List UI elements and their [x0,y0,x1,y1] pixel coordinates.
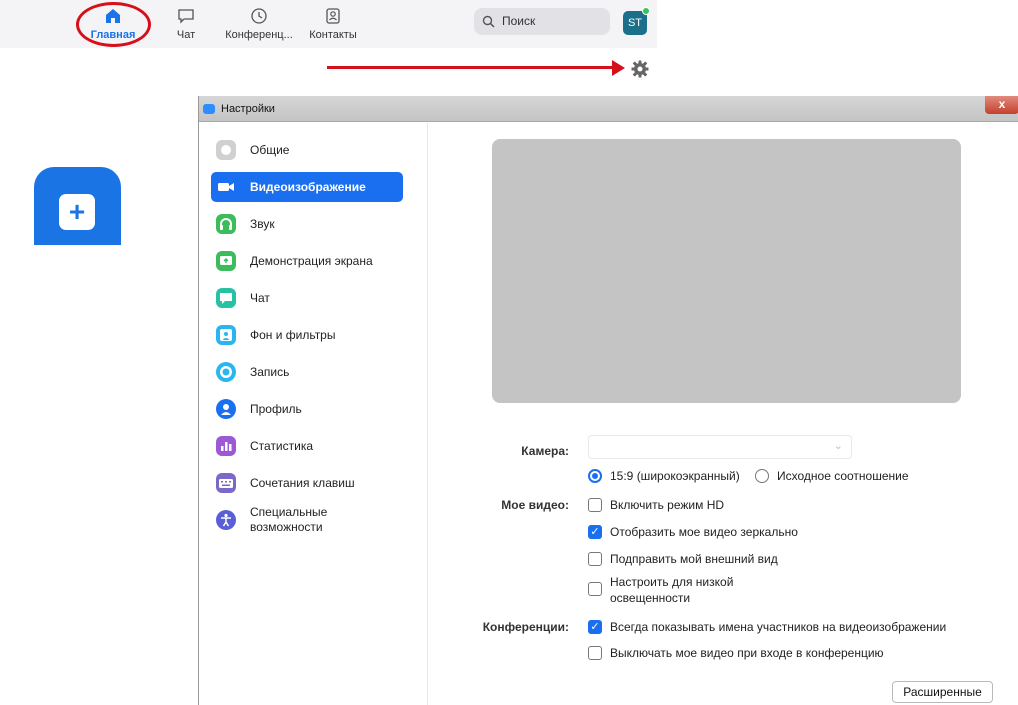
sidebar-item-general[interactable]: Общие [211,135,403,165]
video-off-on-join-checkbox[interactable] [588,646,602,660]
close-button[interactable]: x [985,96,1018,114]
record-icon [216,362,236,382]
video-preview [492,139,961,403]
chat-icon [216,288,236,308]
sidebar-item-video[interactable]: Видеоизображение [211,172,403,202]
accessibility-icon [216,510,236,530]
search-placeholder: Поиск [502,14,536,28]
nav-chat[interactable]: Чат [151,6,221,44]
window-title: Настройки [221,103,275,115]
sidebar-item-label: Специальные возможности [250,505,328,534]
sidebar-item-statistics[interactable]: Статистика [211,431,403,461]
headphones-icon [216,214,236,234]
hd-checkbox[interactable] [588,498,602,512]
clock-icon [251,8,267,24]
annotation-arrow-head [612,60,625,76]
show-names-checkbox[interactable]: ✓ [588,620,602,634]
sidebar-item-label: Статистика [250,439,314,453]
mirror-label: Отобразить мое видео зеркально [610,525,798,539]
sidebar-item-keyboard-shortcuts[interactable]: Сочетания клавиш [211,468,403,498]
app-root: Главная Чат Конференц... Контакты Поиск … [0,0,1018,705]
online-status-dot [642,7,650,15]
search-input[interactable]: Поиск [474,8,610,35]
advanced-button[interactable]: Расширенные [892,681,993,703]
aspect-wide-radio[interactable] [588,469,602,483]
lowlight-label: Настроить для низкой освещенности [610,575,734,605]
sidebar-item-screen-share[interactable]: Демонстрация экрана [211,246,403,276]
sidebar-item-label: Общие [250,143,290,157]
nav-meetings-label: Конференц... [225,29,293,41]
zoom-app-icon [203,104,215,114]
sidebar-item-label: Видеоизображение [250,180,366,194]
mirror-checkbox[interactable]: ✓ [588,525,602,539]
my-video-label: Мое видео: [501,498,569,512]
highlight-oval [76,2,151,47]
show-names-label: Всегда показывать имена участников на ви… [610,620,947,634]
nav-contacts[interactable]: Контакты [298,6,368,44]
nav-contacts-label: Контакты [309,29,357,41]
meetings-label: Конференции: [482,620,569,634]
nav-chat-label: Чат [176,29,196,41]
camera-label: Камера: [521,444,569,458]
sidebar-item-accessibility[interactable]: Специальные возможности [211,505,403,539]
hd-label: Включить режим HD [610,498,725,512]
sidebar-item-recording[interactable]: Запись [211,357,403,387]
profile-icon [216,399,236,419]
settings-sidebar: Общие Видеоизображение Звук Демонстрация… [199,123,428,705]
aspect-original-radio[interactable] [755,469,769,483]
video-off-on-join-label: Выключать мое видео при входе в конферен… [610,646,884,660]
sidebar-item-background[interactable]: Фон и фильтры [211,320,403,350]
sidebar-item-label: Профиль [250,402,302,416]
sidebar-item-label: Чат [250,291,270,305]
new-meeting-button[interactable]: + [34,167,121,245]
contacts-icon [326,8,340,24]
plus-icon: + [59,194,95,230]
video-camera-icon [216,177,236,197]
lowlight-checkbox[interactable] [588,582,602,596]
aspect-original-label: Исходное соотношение [777,469,909,483]
nav-meetings[interactable]: Конференц... [224,6,294,44]
sidebar-item-label: Звук [250,217,275,231]
background-icon [216,325,236,345]
chat-icon [178,9,194,24]
sidebar-item-profile[interactable]: Профиль [211,394,403,424]
sidebar-item-label: Фон и фильтры [250,328,336,342]
keyboard-icon [216,473,236,493]
sidebar-item-audio[interactable]: Звук [211,209,403,239]
camera-dropdown[interactable]: ⌄ [588,435,852,459]
statistics-icon [216,436,236,456]
sidebar-item-label: Запись [250,365,290,379]
settings-window: Настройки x Общие Видеоизображение Звук [198,96,1018,705]
window-titlebar[interactable]: Настройки x [199,96,1018,122]
chevron-down-icon: ⌄ [833,440,843,452]
settings-gear-icon[interactable] [630,59,650,79]
sidebar-item-label: Демонстрация экрана [250,254,373,268]
touchup-label: Подправить мой внешний вид [610,552,778,566]
annotation-arrow-line [327,66,615,69]
gear-icon [216,140,236,160]
sidebar-item-chat[interactable]: Чат [211,283,403,313]
touchup-checkbox[interactable] [588,552,602,566]
aspect-wide-label: 15:9 (широкоэкранный) [610,469,740,483]
share-screen-icon [216,251,236,271]
sidebar-item-label: Сочетания клавиш [250,476,355,490]
search-icon [482,15,495,28]
